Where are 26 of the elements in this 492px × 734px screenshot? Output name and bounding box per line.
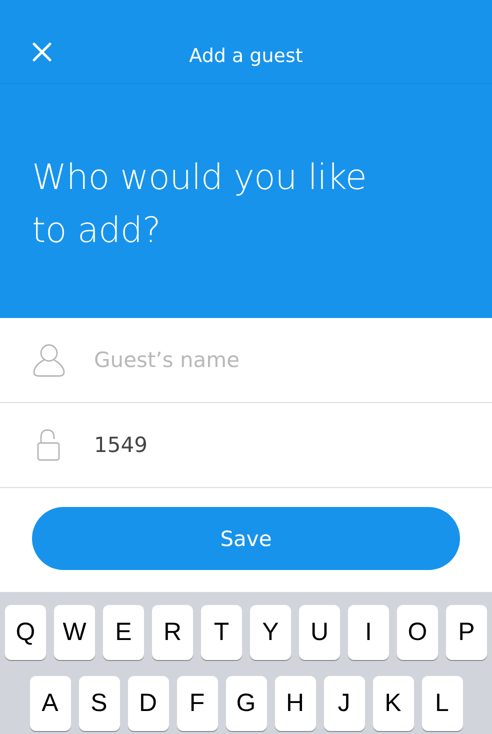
keyboard-key[interactable]: D — [128, 676, 168, 731]
keyboard-key[interactable]: T — [201, 605, 242, 660]
keyboard-key[interactable]: E — [103, 605, 144, 660]
keyboard-key[interactable]: J — [324, 676, 364, 731]
keyboard-key[interactable]: I — [348, 605, 389, 660]
keyboard-key[interactable]: K — [372, 676, 414, 731]
heading: Who would you like to add? — [32, 157, 368, 253]
page-title: Add a guest — [189, 44, 303, 66]
keyboard-key[interactable]: S — [78, 676, 120, 731]
keyboard-key[interactable]: W — [54, 605, 95, 660]
keyboard-key[interactable]: O — [397, 605, 438, 660]
name-field[interactable]: Guest’s name — [94, 344, 454, 376]
keyboard-key[interactable]: U — [299, 605, 340, 660]
keyboard-key[interactable]: P — [446, 605, 487, 660]
keyboard-key[interactable]: F — [176, 676, 218, 731]
keyboard-key[interactable]: A — [30, 676, 70, 731]
keyboard-key[interactable]: Q — [5, 605, 46, 660]
keyboard-key[interactable]: R — [152, 605, 193, 660]
close-button[interactable] — [30, 40, 54, 64]
code-field[interactable]: 1549 — [94, 429, 454, 461]
keyboard-key[interactable]: H — [274, 676, 316, 731]
keyboard-key[interactable]: G — [226, 676, 266, 731]
keyboard-key[interactable]: L — [422, 676, 462, 731]
keyboard-key[interactable]: Y — [250, 605, 291, 660]
close-icon — [32, 42, 52, 62]
person-icon — [32, 343, 66, 377]
